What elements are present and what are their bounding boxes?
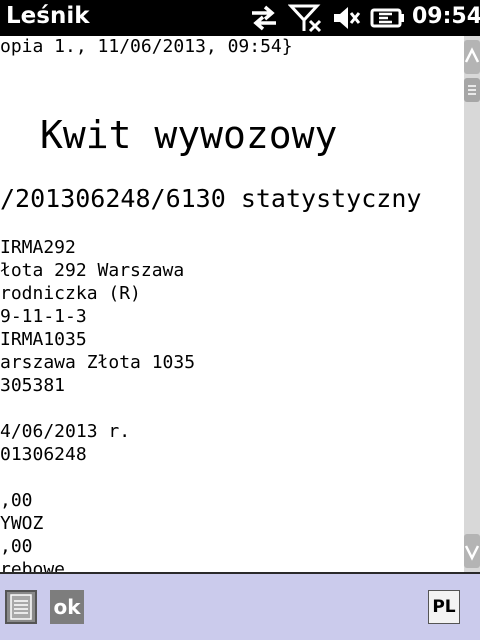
data-sync-icon[interactable] [248,3,280,33]
doc-line: łota 292 Warszawa [0,260,185,281]
bottom-toolbar: ok PL [0,572,480,640]
chevron-up-icon [464,47,480,63]
copy-header-line: opia 1., 11/06/2013, 09:54} [0,36,293,57]
document-number-line: /201306248/6130 statystyczny [0,184,422,213]
doc-line: IRMA292 [0,237,76,258]
doc-line: ,00 [0,536,33,557]
language-label: PL [432,597,456,617]
doc-line: YWOZ [0,513,44,534]
doc-line: arszawa Złota 1035 [0,352,196,373]
no-signal-icon[interactable] [288,3,324,33]
battery-charging-icon[interactable] [370,3,406,33]
doc-line: ,00 [0,490,33,511]
vertical-scrollbar[interactable] [464,36,480,572]
list-icon [10,594,32,620]
scroll-thumb[interactable] [464,78,480,102]
doc-line: rebowe [0,559,66,572]
doc-line: 9-11-1-3 [0,306,87,327]
scroll-down-button[interactable] [464,534,480,568]
app-title: Leśnik [6,3,90,29]
clock: 09:54 [412,4,480,29]
status-bar: Leśnik 09:54 [0,0,480,36]
chevron-down-icon [464,545,480,561]
document-title: Kwit wywozowy [40,113,338,157]
ok-button[interactable]: ok [50,590,84,624]
scroll-up-button[interactable] [464,40,480,74]
volume-muted-icon[interactable] [330,3,362,33]
receipt-document[interactable]: opia 1., 11/06/2013, 09:54} Kwit wywozow… [0,36,464,572]
doc-line: 4/06/2013 r. [0,421,131,442]
doc-line: 305381 [0,375,66,396]
language-button[interactable]: PL [428,590,460,624]
doc-line: 01306248 [0,444,87,465]
doc-line: IRMA1035 [0,329,87,350]
list-button[interactable] [5,590,37,624]
doc-line: rodniczka (R) [0,283,141,304]
grip-icon [468,85,476,95]
